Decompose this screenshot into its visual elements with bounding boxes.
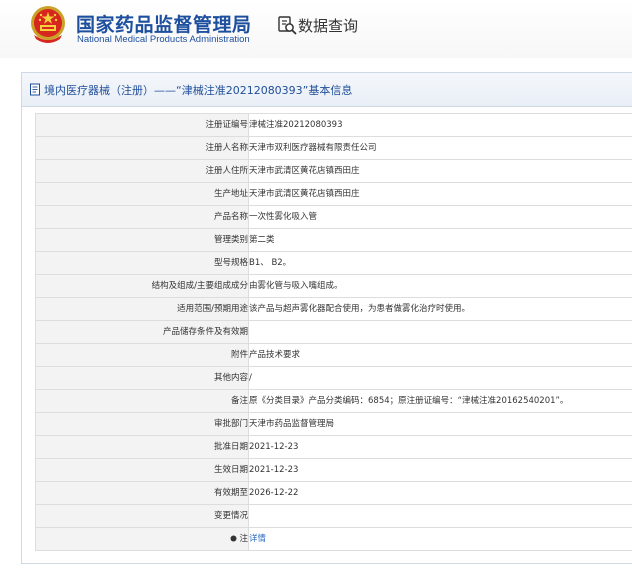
table-row: 有效期至 2026-12-22 [35, 481, 632, 505]
field-label: 管理类别 [35, 228, 249, 252]
table-row: 管理类别 第二类 [35, 228, 632, 252]
field-value: 2026-12-22 [248, 481, 632, 505]
table-row: 变更情况 [35, 504, 632, 528]
field-label: 产品名称 [35, 205, 249, 229]
field-label: 注册人住所 [35, 159, 249, 183]
field-value: 原《分类目录》产品分类编码：6854；原注册证编号：“津械注准201625402… [248, 389, 632, 413]
panel-title: 境内医疗器械（注册）——“津械注准20212080393”基本信息 [44, 83, 353, 97]
field-value: 天津市药品监督管理局 [248, 412, 632, 436]
table-row: 生效日期 2021-12-23 [35, 458, 632, 482]
table-row-note: 注详情 [35, 527, 632, 551]
field-value: 2021-12-23 [248, 458, 632, 482]
note-label: 注 [239, 534, 248, 544]
table-row: 附件 产品技术要求 [35, 343, 632, 367]
table-row: 注册人名称 天津市双利医疗器械有限责任公司 [35, 136, 632, 160]
field-value: B1、 B2。 [248, 251, 632, 275]
field-label: 批准日期 [35, 435, 249, 459]
field-value: 一次性雾化吸入管 [248, 205, 632, 229]
table-row: 其他内容 / [35, 366, 632, 390]
table-row: 注册人住所 天津市武清区黄花店镇西田庄 [35, 159, 632, 183]
field-label: 适用范围/预期用途 [35, 297, 249, 321]
field-label: 型号规格 [35, 251, 249, 275]
table-row: 备注 原《分类目录》产品分类编码：6854；原注册证编号：“津械注准2016254… [35, 389, 632, 413]
field-value: 天津市双利医疗器械有限责任公司 [248, 136, 632, 160]
field-value: / [248, 366, 632, 390]
site-header: 国家药品监督管理局 National Medical Products Admi… [0, 0, 632, 58]
detail-link[interactable]: 详情 [250, 534, 267, 544]
data-query-title[interactable]: 数据查询 [298, 15, 358, 36]
table-row: 生产地址 天津市武清区黄花店镇西田庄 [35, 182, 632, 206]
field-value: 津械注准20212080393 [248, 113, 632, 137]
document-icon [30, 83, 40, 96]
field-label: 审批部门 [35, 412, 249, 436]
field-value: 由雾化管与吸入嘴组成。 [248, 274, 632, 298]
data-query-icon [278, 16, 297, 35]
table-row: 审批部门 天津市药品监督管理局 [35, 412, 632, 436]
table-row: 适用范围/预期用途 该产品与超声雾化器配合使用，为患者做雾化治疗时使用。 [35, 297, 632, 321]
field-label: 生效日期 [35, 458, 249, 482]
table-row: 型号规格 B1、 B2。 [35, 251, 632, 275]
field-value: 天津市武清区黄花店镇西田庄 [248, 159, 632, 183]
table-row: 注册证编号 津械注准20212080393 [35, 113, 632, 137]
agency-name-en: National Medical Products Administration [77, 34, 250, 45]
agency-name-cn: 国家药品监督管理局 [76, 14, 252, 36]
table-row: 产品储存条件及有效期 [35, 320, 632, 344]
field-label: 其他内容 [35, 366, 249, 390]
field-value: 产品技术要求 [248, 343, 632, 367]
table-row: 批准日期 2021-12-23 [35, 435, 632, 459]
field-value [248, 504, 632, 528]
field-value [248, 320, 632, 344]
field-label: 附件 [35, 343, 249, 367]
info-panel: 境内医疗器械（注册）——“津械注准20212080393”基本信息 注册证编号津… [21, 72, 632, 564]
field-value: 详情 [248, 527, 632, 551]
field-value: 2021-12-23 [248, 435, 632, 459]
field-label: 备注 [35, 389, 249, 413]
national-emblem-icon [31, 6, 65, 43]
table-row: 结构及组成/主要组成成分 由雾化管与吸入嘴组成。 [35, 274, 632, 298]
registration-info-table: 注册证编号 津械注准20212080393 注册人名称 天津市双利医疗器械有限责任公司… [35, 113, 632, 551]
field-label: 结构及组成/主要组成成分 [35, 274, 249, 298]
field-label: 注册证编号 [35, 113, 249, 137]
field-label: 注 [35, 527, 249, 551]
field-label: 有效期至 [35, 481, 249, 505]
field-label: 变更情况 [35, 504, 249, 528]
field-value: 天津市武清区黄花店镇西田庄 [248, 182, 632, 206]
field-label: 生产地址 [35, 182, 249, 206]
star-dot-icon [230, 535, 237, 542]
panel-header: 境内医疗器械（注册）——“津械注准20212080393”基本信息 [22, 73, 632, 107]
field-label: 产品储存条件及有效期 [35, 320, 249, 344]
field-label: 注册人名称 [35, 136, 249, 160]
field-value: 第二类 [248, 228, 632, 252]
table-row: 产品名称 一次性雾化吸入管 [35, 205, 632, 229]
field-value: 该产品与超声雾化器配合使用，为患者做雾化治疗时使用。 [248, 297, 632, 321]
